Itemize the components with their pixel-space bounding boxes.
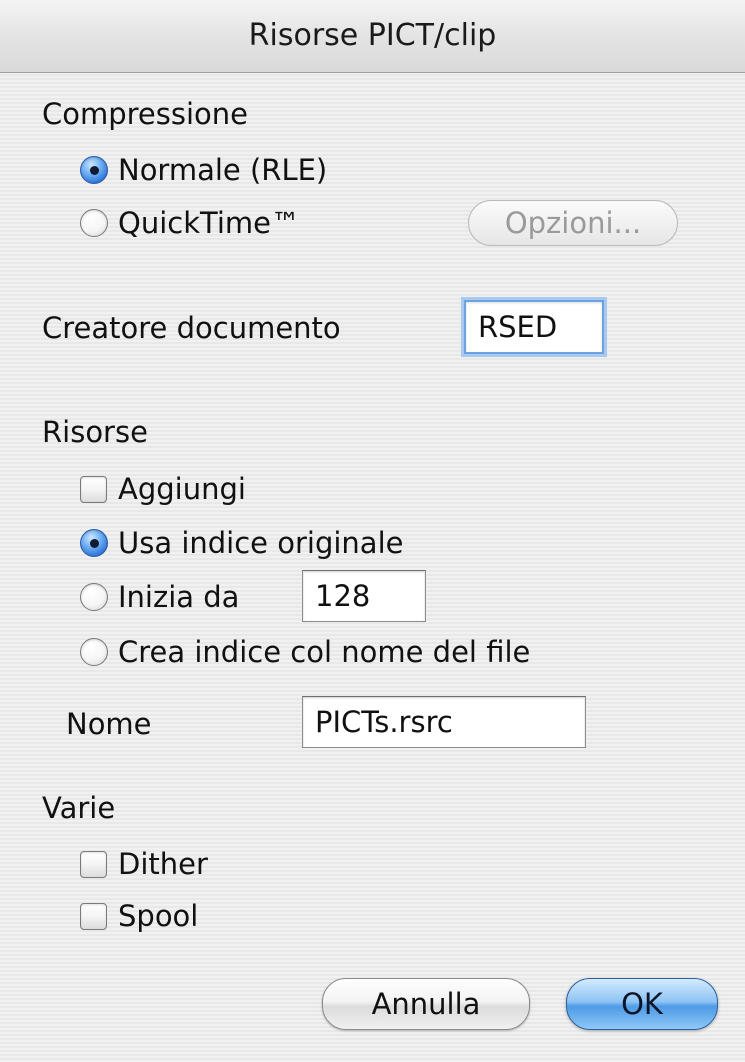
quicktime-label[interactable]: QuickTime™ [118, 205, 300, 241]
dialog-window: Risorse PICT/clip Compressione Normale (… [0, 0, 745, 1062]
add-checkbox[interactable] [80, 476, 107, 503]
radio-dot [90, 166, 99, 175]
resources-heading: Risorse [42, 415, 148, 449]
index-from-filename-label[interactable]: Crea indice col nome del file [118, 634, 530, 670]
start-from-label[interactable]: Inizia da [118, 579, 239, 615]
ok-button[interactable]: OK [566, 978, 718, 1030]
use-original-index-label[interactable]: Usa indice originale [118, 525, 403, 561]
dither-label[interactable]: Dither [118, 846, 208, 882]
creator-field[interactable]: RSED [464, 300, 604, 354]
spool-label[interactable]: Spool [118, 898, 198, 934]
index-from-filename-radio[interactable] [80, 638, 108, 666]
start-from-radio[interactable] [80, 583, 108, 611]
name-field[interactable]: PICTs.rsrc [302, 696, 586, 748]
normal-rle-label[interactable]: Normale (RLE) [118, 152, 327, 188]
options-button[interactable]: Opzioni... [468, 200, 678, 246]
cancel-button[interactable]: Annulla [322, 978, 530, 1030]
use-original-index-radio[interactable] [80, 529, 108, 557]
misc-heading: Varie [42, 791, 116, 825]
dialog-title: Risorse PICT/clip [248, 18, 497, 53]
dither-checkbox[interactable] [80, 851, 107, 878]
title-bar[interactable]: Risorse PICT/clip [0, 0, 745, 73]
spool-checkbox[interactable] [80, 903, 107, 930]
creator-label: Creatore documento [42, 311, 341, 345]
start-index-field[interactable]: 128 [302, 570, 426, 622]
normal-rle-radio[interactable] [80, 156, 108, 184]
name-label: Nome [66, 707, 152, 741]
quicktime-radio[interactable] [80, 209, 108, 237]
compression-heading: Compressione [42, 97, 249, 131]
add-label[interactable]: Aggiungi [118, 471, 246, 507]
radio-dot [90, 539, 99, 548]
